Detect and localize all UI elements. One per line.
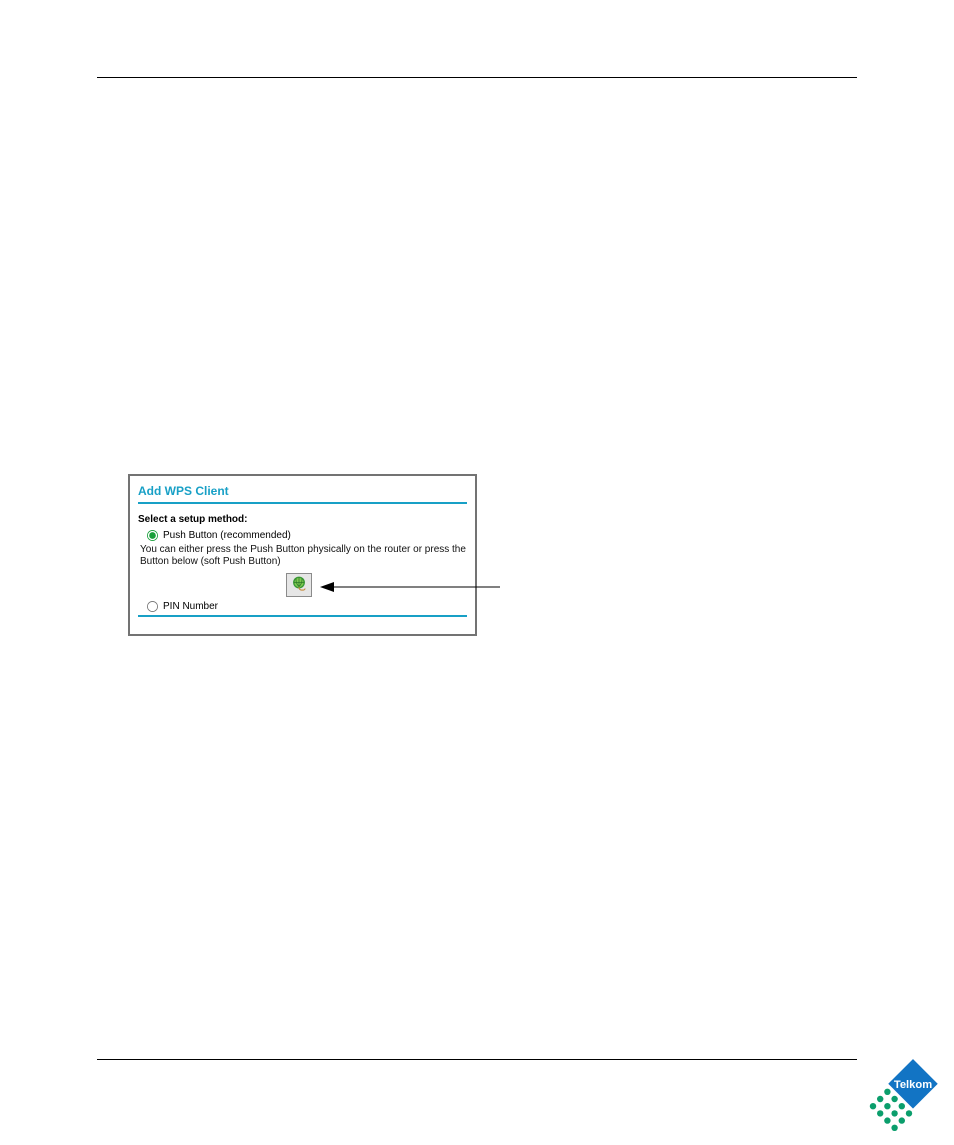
radio-pin-number[interactable]: PIN Number	[146, 600, 467, 613]
top-rule	[97, 77, 857, 78]
divider	[138, 502, 467, 504]
radio-push-button[interactable]: Push Button (recommended)	[146, 529, 467, 542]
radio-push-button-input[interactable]	[147, 530, 158, 541]
wps-soft-button-row	[138, 572, 467, 598]
wps-soft-button[interactable]	[286, 573, 312, 597]
radio-pin-number-label: PIN Number	[163, 601, 218, 612]
bottom-rule	[97, 1059, 857, 1060]
wps-dialog-title: Add WPS Client	[138, 484, 467, 498]
radio-push-button-label: Push Button (recommended)	[163, 530, 291, 541]
telkom-logo: Telkom	[864, 1055, 946, 1135]
svg-text:Telkom: Telkom	[894, 1079, 932, 1091]
globe-hand-icon	[290, 575, 308, 596]
divider	[138, 615, 467, 617]
wps-push-description: You can either press the Push Button phy…	[140, 544, 467, 568]
add-wps-client-dialog: Add WPS Client Select a setup method: Pu…	[128, 474, 477, 636]
radio-pin-number-input[interactable]	[147, 601, 158, 612]
wps-subtitle: Select a setup method:	[138, 514, 467, 525]
